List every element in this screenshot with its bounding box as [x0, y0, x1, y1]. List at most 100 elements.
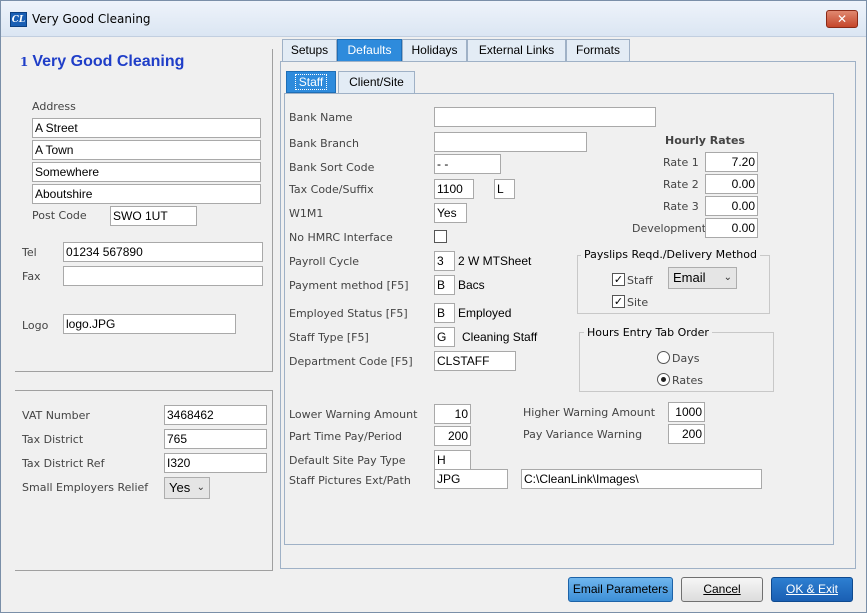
subtab-staff[interactable]: Staff [286, 71, 336, 93]
address-line-4[interactable]: Aboutshire [32, 184, 261, 204]
payslips-site-checkbox[interactable]: ✓ [612, 295, 625, 308]
hours-entry-rates-label: Rates [672, 374, 703, 387]
staff-pictures-label: Staff Pictures Ext/Path [289, 474, 411, 487]
fax-label: Fax [22, 270, 41, 283]
bank-branch-label: Bank Branch [289, 137, 359, 150]
payslips-staff-label: Staff [627, 274, 653, 287]
delivery-method-select[interactable]: Email ⌄ [668, 267, 737, 289]
small-employers-relief-value: Yes [169, 480, 191, 495]
rate2-label: Rate 2 [663, 178, 699, 191]
title-bar: CL Very Good Cleaning ✕ [1, 1, 866, 37]
no-hmrc-label: No HMRC Interface [289, 231, 393, 244]
chevron-down-icon: ⌄ [723, 272, 732, 283]
ok-exit-button[interactable]: OK & Exit [771, 577, 853, 602]
vat-field[interactable]: 3468462 [164, 405, 267, 425]
chevron-down-icon: ⌄ [196, 482, 205, 493]
w1m1-label: W1M1 [289, 207, 324, 220]
staff-pictures-ext-field[interactable]: JPG [434, 469, 508, 489]
payroll-cycle-field[interactable]: 3 [434, 251, 455, 271]
tax-code-field[interactable]: 1100 [434, 179, 474, 199]
left-panel-border-lower [272, 390, 273, 570]
tax-suffix-field[interactable]: L [494, 179, 515, 199]
sort-code-field[interactable]: - - [434, 154, 501, 174]
address-line-3[interactable]: Somewhere [32, 162, 261, 182]
small-employers-relief-select[interactable]: Yes ⌄ [164, 477, 210, 499]
default-site-pay-field[interactable]: H [434, 450, 471, 470]
payslips-site-label: Site [627, 296, 649, 309]
payslips-staff-checkbox[interactable]: ✓ [612, 273, 625, 286]
tax-district-field[interactable]: 765 [164, 429, 267, 449]
tax-district-ref-label: Tax District Ref [22, 457, 105, 470]
subtab-staff-label: Staff [294, 74, 328, 90]
logo-field[interactable]: logo.JPG [63, 314, 236, 334]
bank-name-field[interactable] [434, 107, 656, 127]
rate3-field[interactable]: 0.00 [705, 196, 758, 216]
bank-name-label: Bank Name [289, 111, 353, 124]
vat-label: VAT Number [22, 409, 90, 422]
w1m1-field[interactable]: Yes [434, 203, 467, 223]
employed-status-label: Employed Status [F5] [289, 307, 408, 320]
tab-holidays[interactable]: Holidays [402, 39, 467, 61]
hours-entry-days-label: Days [672, 352, 700, 365]
tab-external-links[interactable]: External Links [467, 39, 566, 61]
part-time-label: Part Time Pay/Period [289, 430, 403, 443]
higher-warning-field[interactable]: 1000 [668, 402, 705, 422]
window-title: Very Good Cleaning [32, 12, 151, 26]
rate2-field[interactable]: 0.00 [705, 174, 758, 194]
dept-code-field[interactable]: CLSTAFF [434, 351, 516, 371]
payslips-title: Payslips Reqd./Delivery Method [581, 248, 760, 261]
hours-entry-days-radio[interactable] [657, 351, 670, 364]
logo-label: Logo [22, 319, 49, 332]
payroll-cycle-label: Payroll Cycle [289, 255, 360, 268]
cancel-button[interactable]: Cancel [681, 577, 763, 602]
tab-setups[interactable]: Setups [282, 39, 337, 61]
lower-warning-label: Lower Warning Amount [289, 408, 418, 421]
pay-variance-field[interactable]: 200 [668, 424, 705, 444]
postcode-label: Post Code [32, 209, 87, 222]
postcode-field[interactable]: SWO 1UT [110, 206, 197, 226]
subtab-client-site[interactable]: Client/Site [338, 71, 415, 93]
delivery-method-value: Email [673, 270, 706, 285]
rate1-field[interactable]: 7.20 [705, 152, 758, 172]
email-parameters-button[interactable]: Email Parameters [568, 577, 673, 602]
payment-method-desc: Bacs [458, 278, 485, 292]
address-label: Address [32, 100, 76, 113]
employed-status-field[interactable]: B [434, 303, 455, 323]
company-name: Very Good Cleaning [32, 53, 185, 70]
staff-type-label: Staff Type [F5] [289, 331, 369, 344]
tab-defaults[interactable]: Defaults [337, 39, 402, 61]
staff-type-field[interactable]: G [434, 327, 455, 347]
ok-exit-button-label: OK & Exit [785, 582, 838, 596]
left-divider-base [15, 570, 273, 571]
bank-branch-field[interactable] [434, 132, 587, 152]
payroll-cycle-desc: 2 W MTSheet [458, 254, 532, 268]
company-number: 1 [20, 55, 29, 69]
payment-method-field[interactable]: B [434, 275, 455, 295]
part-time-field[interactable]: 200 [434, 426, 471, 446]
development-field[interactable]: 0.00 [705, 218, 758, 238]
staff-type-desc: Cleaning Staff [462, 330, 538, 344]
tab-formats[interactable]: Formats [566, 39, 630, 61]
employed-status-desc: Employed [458, 306, 512, 320]
payment-method-label: Payment method [F5] [289, 279, 409, 292]
tax-district-ref-field[interactable]: I320 [164, 453, 267, 473]
lower-warning-field[interactable]: 10 [434, 404, 471, 424]
app-logo-icon: CL [10, 12, 27, 27]
hours-entry-rates-radio[interactable] [657, 373, 670, 386]
fax-field[interactable] [63, 266, 263, 286]
no-hmrc-checkbox[interactable] [434, 230, 447, 243]
left-divider-top [15, 371, 273, 372]
default-site-pay-label: Default Site Pay Type [289, 454, 406, 467]
tel-label: Tel [22, 246, 37, 259]
tel-field[interactable]: 01234 567890 [63, 242, 263, 262]
address-line-2[interactable]: A Town [32, 140, 261, 160]
dept-code-label: Department Code [F5] [289, 355, 413, 368]
rate3-label: Rate 3 [663, 200, 699, 213]
left-divider-bottom [15, 390, 273, 391]
staff-pictures-path-field[interactable]: C:\CleanLink\Images\ [521, 469, 762, 489]
close-icon[interactable]: ✕ [826, 10, 858, 28]
company-heading: 1 Very Good Cleaning [20, 53, 184, 71]
cancel-button-label: Cancel [703, 582, 741, 596]
small-employers-relief-label: Small Employers Relief [22, 481, 149, 494]
address-line-1[interactable]: A Street [32, 118, 261, 138]
